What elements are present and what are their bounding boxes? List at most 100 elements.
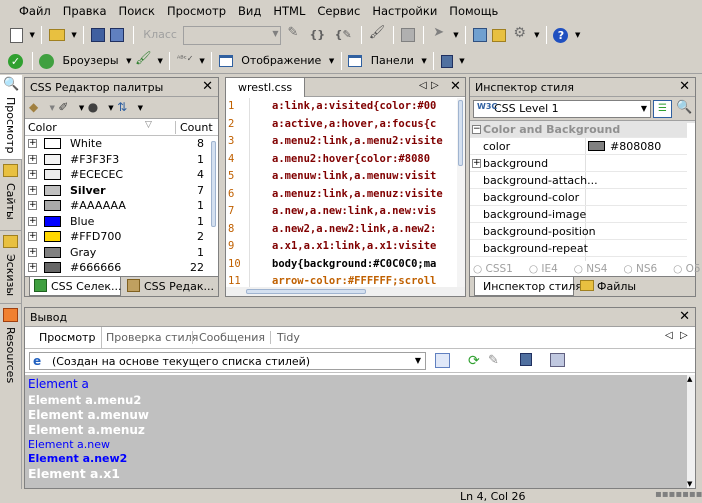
property-row[interactable]: background-image xyxy=(470,206,695,223)
expand-icon[interactable]: + xyxy=(28,201,37,210)
network-icon[interactable] xyxy=(440,54,453,68)
brush-green-icon[interactable]: 🖌 xyxy=(135,51,152,71)
code-line[interactable]: a.menuz:link,a.menuz:visite xyxy=(272,188,443,200)
side-tab-sites[interactable]: Сайты xyxy=(0,161,22,231)
side-tab-resources[interactable]: Resources xyxy=(0,305,22,395)
new-window-icon[interactable] xyxy=(472,28,487,42)
chevron-down-icon[interactable]: ▼ xyxy=(108,104,113,112)
expand-icon[interactable]: + xyxy=(28,154,37,164)
scroll-down-icon[interactable]: ▼ xyxy=(687,480,692,488)
tab-preview[interactable]: Просмотр xyxy=(25,327,103,348)
network-icon[interactable] xyxy=(520,353,532,366)
expand-icon[interactable]: + xyxy=(28,216,37,226)
expand-icon[interactable]: + xyxy=(28,185,37,195)
code-area[interactable]: 1 a:link,a:visited{color:#00 2 a:active,a:h… xyxy=(226,98,465,296)
property-row[interactable]: + background xyxy=(470,155,695,172)
chevron-down-icon[interactable]: ▼ xyxy=(126,57,131,65)
property-category[interactable]: − Color and Background xyxy=(470,121,695,138)
paint-bucket-icon[interactable]: ◆ xyxy=(29,100,45,116)
color-column-header[interactable]: Color xyxy=(28,121,57,134)
browser-icon[interactable] xyxy=(39,53,54,69)
chevron-down-icon[interactable]: ▼ xyxy=(30,31,35,39)
browsers-button[interactable]: Броузеры xyxy=(60,51,122,71)
close-icon[interactable]: ✕ xyxy=(679,309,690,324)
collapse-icon[interactable]: − xyxy=(472,125,481,134)
chevron-down-icon[interactable]: ▼ xyxy=(71,31,76,39)
search-icon[interactable]: 🔍 xyxy=(676,100,692,116)
code-line[interactable]: arrow-color:#FFFFFF;scroll xyxy=(272,275,436,287)
chevron-left-icon[interactable]: ◁ xyxy=(665,330,673,341)
menu-item-2[interactable]: Поиск xyxy=(114,3,160,18)
source-search-icon[interactable] xyxy=(435,353,450,368)
eyedropper-icon[interactable]: ✐ xyxy=(58,100,74,116)
menu-item-1[interactable]: Правка xyxy=(58,3,112,18)
chevron-down-icon[interactable]: ▼ xyxy=(459,57,464,65)
menu-item-5[interactable]: HTML xyxy=(268,3,310,18)
braces-pen-icon[interactable]: {✎ xyxy=(332,25,355,45)
code-line[interactable]: a.menu2:hover{color:#8080 xyxy=(272,153,430,165)
palette-scrollbar[interactable] xyxy=(210,139,218,276)
radio-ns6[interactable]: ○ NS6 xyxy=(623,263,665,275)
side-tab-preview[interactable]: 🔍 Просмотр xyxy=(0,75,22,160)
save-all-icon[interactable] xyxy=(110,28,125,42)
chevron-down-icon[interactable]: ▼ xyxy=(575,31,580,39)
display-icon[interactable] xyxy=(218,55,233,67)
copy-icon[interactable] xyxy=(550,353,565,367)
settings-icon[interactable]: ⚙ xyxy=(512,25,528,45)
save-icon[interactable] xyxy=(90,28,105,42)
menu-item-4[interactable]: Вид xyxy=(233,3,266,18)
palette-row[interactable]: + #F3F3F3 1 xyxy=(25,152,218,168)
palette-row[interactable]: + White 8 xyxy=(25,136,218,152)
world-folder-icon[interactable] xyxy=(492,28,507,42)
property-value[interactable]: #808080 xyxy=(610,140,661,153)
count-column-header[interactable]: Count xyxy=(175,121,213,134)
spellcheck-icon[interactable]: ᴬᴮᶜ✓ xyxy=(177,51,194,71)
edit-pen-icon[interactable]: ✎ xyxy=(285,25,301,45)
property-row[interactable]: background-repeat xyxy=(470,240,695,257)
chevron-down-icon[interactable]: ▼ xyxy=(421,57,426,65)
code-line[interactable]: a:link,a:visited{color:#00 xyxy=(272,100,436,112)
property-row[interactable]: background-position xyxy=(470,223,695,240)
new-file-icon[interactable] xyxy=(10,27,23,43)
radio-ns4[interactable]: ○ NS4 xyxy=(574,263,616,275)
help-icon[interactable]: ? xyxy=(553,27,569,43)
close-icon[interactable]: ✕ xyxy=(450,79,461,94)
palette-row[interactable]: + #FFD700 2 xyxy=(25,229,218,245)
tab-tidy[interactable]: Tidy xyxy=(270,331,300,344)
editor-scrollbar[interactable] xyxy=(457,98,465,287)
chevron-down-icon[interactable]: ▼ xyxy=(79,104,84,112)
side-tab-thumbnails[interactable]: Эскизы xyxy=(0,232,22,304)
scroll-thumb[interactable] xyxy=(246,289,366,294)
property-row[interactable]: background-attach... xyxy=(470,172,695,189)
scroll-up-icon[interactable]: ▲ xyxy=(687,375,692,383)
css-level-select[interactable]: W3C CSS Level 1 xyxy=(473,100,651,118)
expand-icon[interactable]: + xyxy=(28,170,37,179)
close-icon[interactable]: ✕ xyxy=(679,79,690,94)
close-icon[interactable]: ✕ xyxy=(202,79,213,94)
display-button[interactable]: Отображение xyxy=(238,51,324,71)
chevron-left-icon[interactable]: ◁ xyxy=(419,80,427,91)
code-line[interactable]: a.new2,a.new2:link,a.new2: xyxy=(272,223,436,235)
expand-icon[interactable]: + xyxy=(28,232,37,241)
radio-css1[interactable]: ○ CSS1 xyxy=(473,263,521,275)
palette-row[interactable]: + Gray 1 xyxy=(25,245,218,261)
code-line[interactable]: a.new,a.new:link,a.new:vis xyxy=(272,205,436,217)
open-folder-icon[interactable] xyxy=(48,29,65,41)
code-line[interactable]: a.menuw:link,a.menuw:visit xyxy=(272,170,436,182)
chevron-down-icon[interactable]: ▼ xyxy=(199,57,204,65)
chevron-down-icon[interactable]: ▼ xyxy=(534,31,539,39)
tab-style-inspector[interactable]: Инспектор стиля xyxy=(474,277,582,296)
resize-grip-icon[interactable]: ▪▪▪▪▪▪▪▪ xyxy=(655,489,702,500)
expand-icon[interactable]: + xyxy=(28,263,37,272)
check-icon[interactable]: ✓ xyxy=(8,53,23,69)
address-select[interactable]: e (Создан на основе текущего списка стил… xyxy=(29,352,426,370)
chevron-right-icon[interactable]: ▷ xyxy=(680,330,688,341)
scroll-thumb[interactable] xyxy=(211,141,216,227)
tab-files[interactable]: Файлы xyxy=(576,277,646,296)
property-row[interactable]: background-color xyxy=(470,189,695,206)
code-line[interactable]: a.x1,a.x1:link,a.x1:visite xyxy=(272,240,436,252)
scroll-thumb[interactable] xyxy=(458,100,463,166)
tab-messages[interactable]: Сообщения xyxy=(192,331,265,344)
menu-item-0[interactable]: Файл xyxy=(14,3,56,18)
tab-css-selector[interactable]: CSS Селек... xyxy=(29,277,122,296)
